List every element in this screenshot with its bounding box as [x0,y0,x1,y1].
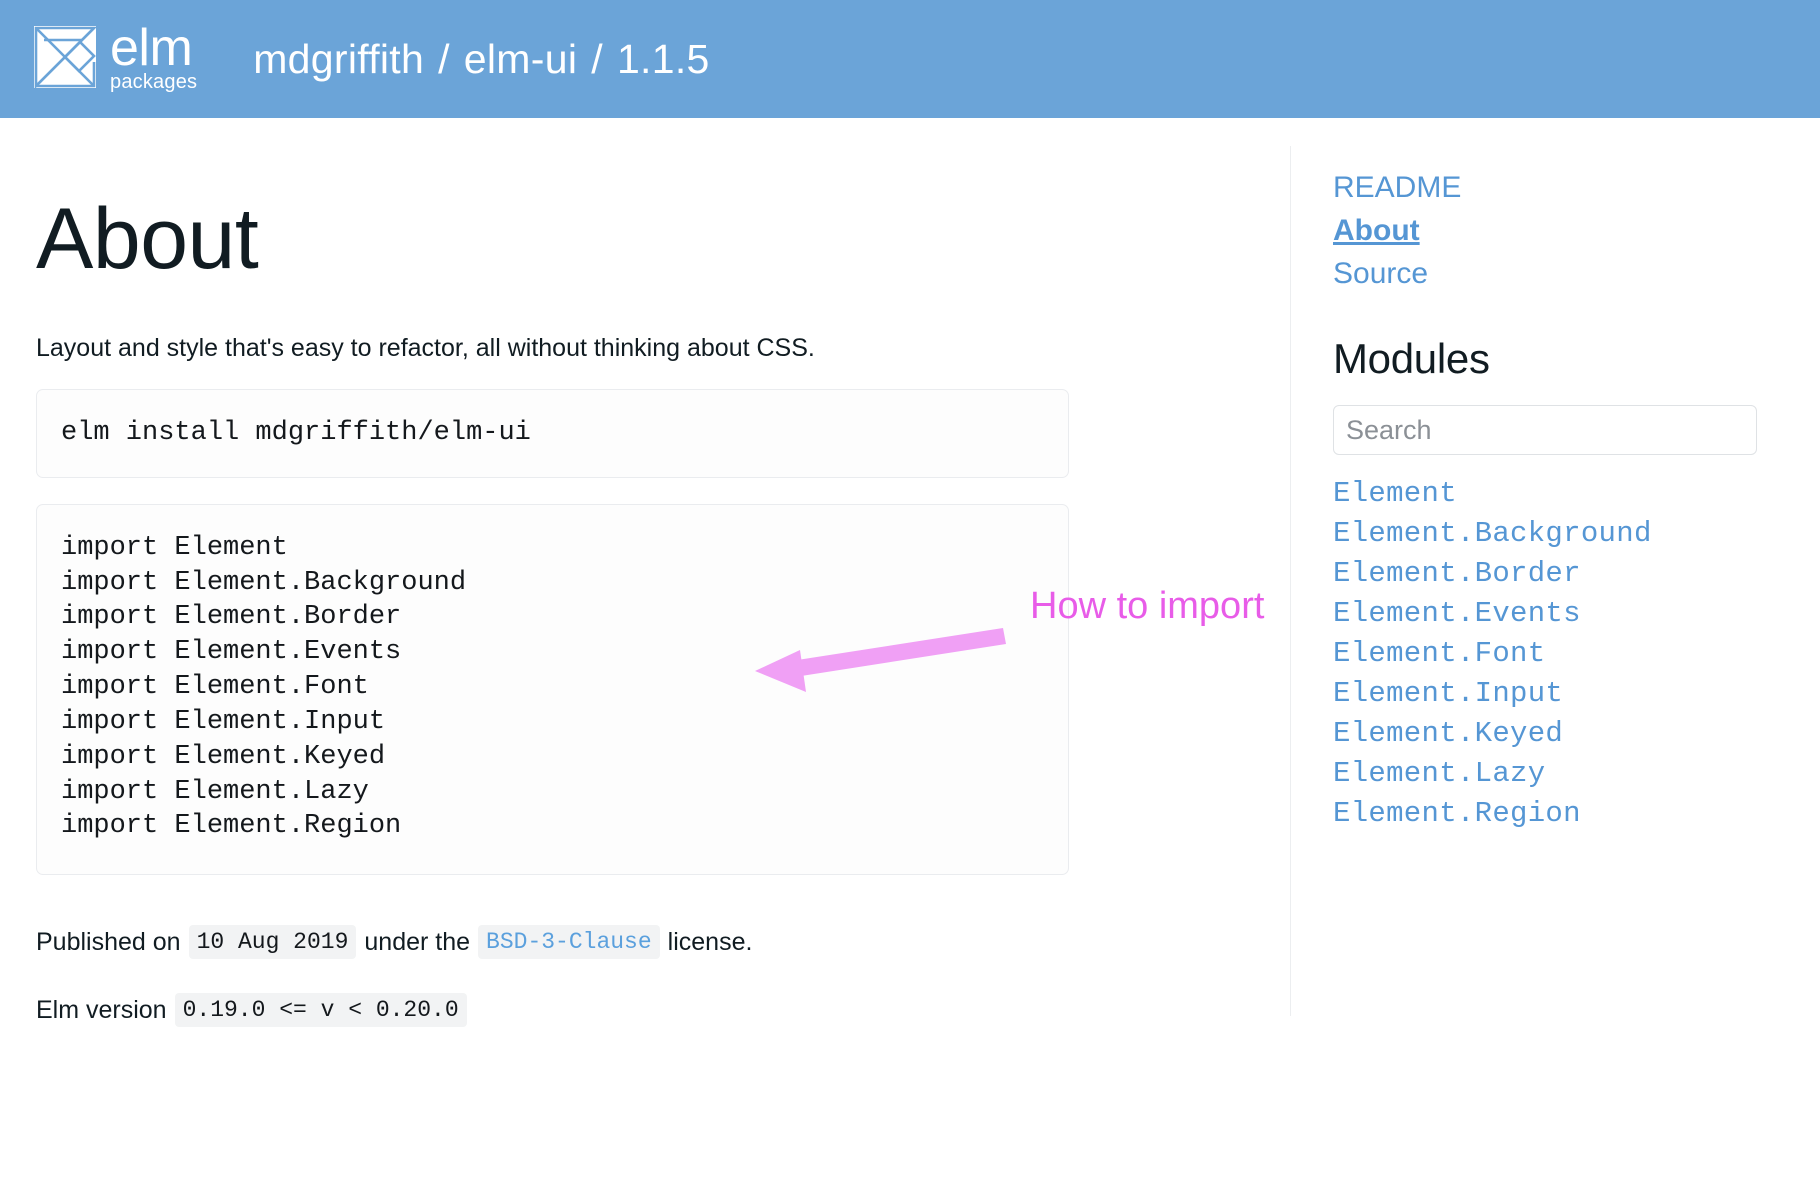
module-link-element-background[interactable]: Element.Background [1333,517,1652,550]
main-content: About Layout and style that's easy to re… [0,118,1290,1028]
breadcrumb: mdgriffith / elm-ui / 1.1.5 [253,36,709,83]
breadcrumb-package[interactable]: elm-ui [464,36,577,83]
page-title: About [36,191,259,287]
published-suffix: license. [667,927,753,956]
elm-version-line: Elm version 0.19.0 <= v < 0.20.0 [36,993,1290,1028]
package-summary: Layout and style that's easy to refactor… [36,334,815,362]
module-link-element-region[interactable]: Element.Region [1333,797,1581,830]
list-item[interactable]: Element.Events [1333,597,1820,630]
sidebar-item-readme[interactable]: README [1333,171,1820,205]
breadcrumb-version[interactable]: 1.1.5 [617,36,710,83]
elm-version-range: 0.19.0 <= v < 0.20.0 [174,993,467,1028]
breadcrumb-separator-1: / [438,35,450,82]
sidebar-link-readme[interactable]: README [1333,171,1461,204]
logo-subtitle: packages [110,71,198,93]
elm-version-label: Elm version [36,995,167,1024]
list-item[interactable]: Element.Lazy [1333,757,1820,790]
imports-code-block: import Element import Element.Background… [36,503,1069,876]
breadcrumb-author[interactable]: mdgriffith [253,36,424,83]
logo-wordmark: elm [110,19,193,78]
search-input[interactable] [1333,405,1757,455]
breadcrumb-separator-2: / [591,35,603,82]
sidebar-nav: README About Source [1333,171,1820,291]
list-item[interactable]: Element.Region [1333,797,1820,830]
sidebar-link-about[interactable]: About [1333,214,1420,247]
elm-packages-home-link[interactable]: elm packages [34,19,198,93]
sidebar: README About Source Modules Element Elem… [1291,118,1820,837]
elm-logo-icon [34,26,98,90]
sidebar-item-about[interactable]: About [1333,214,1820,248]
published-line: Published on 10 Aug 2019 under the BSD-3… [36,925,1290,960]
site-header: elm packages mdgriffith / elm-ui / 1.1.5 [0,0,1820,118]
install-command-block: elm install mdgriffith/elm-ui [36,389,1069,478]
list-item[interactable]: Element.Background [1333,517,1820,550]
module-link-element-input[interactable]: Element.Input [1333,677,1563,710]
module-link-element-keyed[interactable]: Element.Keyed [1333,717,1563,750]
list-item[interactable]: Element.Font [1333,637,1820,670]
published-prefix: Published on [36,927,181,956]
published-middle: under the [364,927,471,956]
modules-heading: Modules [1333,335,1490,382]
page-body: About Layout and style that's easy to re… [0,118,1820,1028]
module-link-element-lazy[interactable]: Element.Lazy [1333,757,1545,790]
list-item[interactable]: Element.Input [1333,677,1820,710]
module-link-element[interactable]: Element [1333,477,1457,510]
list-item[interactable]: Element.Border [1333,557,1820,590]
module-link-element-border[interactable]: Element.Border [1333,557,1581,590]
license-link[interactable]: BSD-3-Clause [478,925,660,960]
list-item[interactable]: Element.Keyed [1333,717,1820,750]
module-list: Element Element.Background Element.Borde… [1333,477,1820,830]
sidebar-link-source[interactable]: Source [1333,257,1428,290]
module-link-element-events[interactable]: Element.Events [1333,597,1581,630]
sidebar-item-source[interactable]: Source [1333,257,1820,291]
published-date: 10 Aug 2019 [188,925,357,960]
module-link-element-font[interactable]: Element.Font [1333,637,1545,670]
list-item[interactable]: Element [1333,477,1820,510]
